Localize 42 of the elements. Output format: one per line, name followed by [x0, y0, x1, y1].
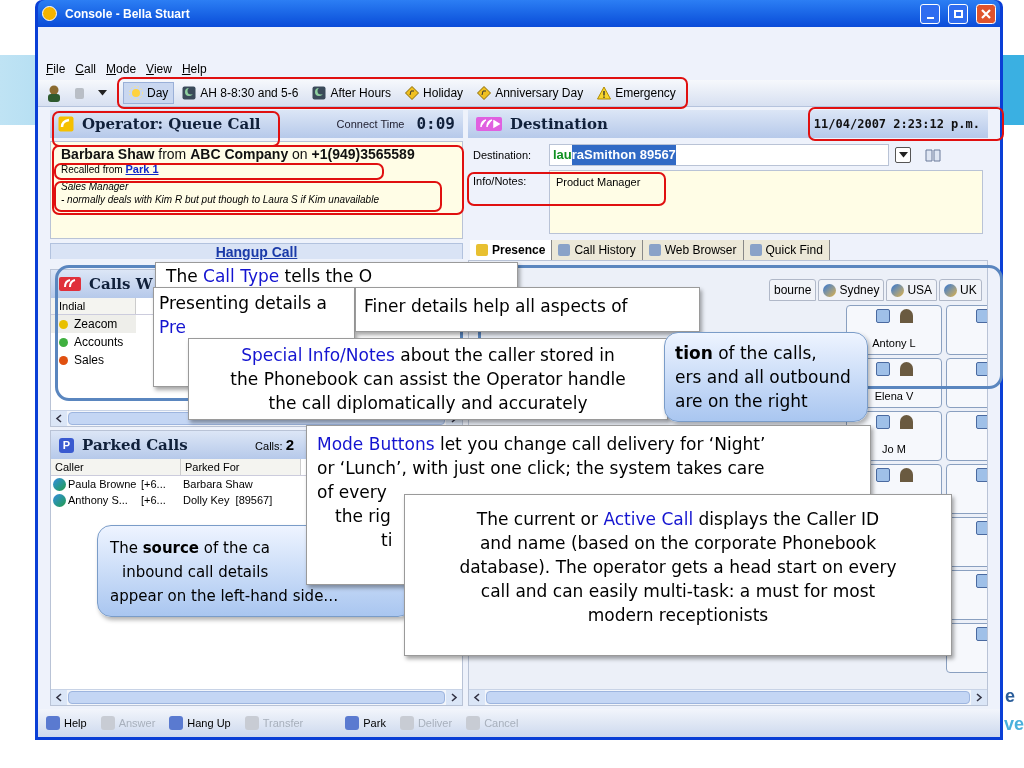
logo-text: e — [1005, 685, 1015, 708]
callout-text: Special Info/Notes about the caller stored in the Phonebook can assist the Operator handle the call diplomatically and accurately — [229, 344, 627, 415]
callout-line: Mode Buttons let you change call delivery for ‘Night’ — [317, 433, 766, 456]
callout-line: or ‘Lunch’, with just one click; the system takes care — [317, 457, 765, 480]
presence-name: Elena V — [874, 389, 914, 404]
parked-for: Barbara Shaw — [182, 476, 253, 492]
presence-name: Antony L — [872, 336, 916, 351]
parked-number: [+6... — [141, 492, 167, 508]
calls-count: Calls: 2 — [255, 434, 294, 455]
queue-name: Zeacom — [74, 316, 118, 333]
callout-text: The Call Type tells the O — [165, 265, 374, 288]
pane-title: Operator: Queue Call — [82, 115, 261, 133]
parking-icon: P — [59, 437, 74, 453]
parked-for: Dolly Key [89567] — [182, 492, 273, 508]
pane-title: Destination — [510, 115, 608, 133]
callout-line: The source of the ca — [110, 538, 270, 559]
callout-text: Presenting details a Pre — [158, 292, 328, 339]
window-title: Console - Bella Stuart — [65, 5, 190, 23]
presence-name: Jo M — [882, 442, 906, 457]
pane-title: Calls W — [89, 275, 153, 293]
recalled-text: Recalled from Park 1 — [61, 162, 159, 177]
parked-caller: Anthony S... — [67, 492, 129, 508]
callout-line: ti — [381, 529, 393, 552]
callout-line: of every — [317, 481, 387, 504]
notes-label: Info/Notes: — [473, 174, 528, 189]
caller-line: Barbara Shaw from ABC Company on +1(949)3565589 — [61, 146, 415, 162]
connect-time-label: Connect Time — [336, 116, 405, 132]
callout-text: Finer details help all aspects of — [363, 295, 629, 318]
parked-number: [+6... — [141, 476, 167, 492]
connect-time: 0:09 — [416, 113, 455, 135]
destination-label: Destination: — [473, 147, 533, 163]
pane-title: Parked Calls — [82, 436, 188, 454]
logo-text: ve — [1004, 713, 1024, 736]
callout-text: The current or Active Call displays the Caller ID and name (based on the corporate Phonebook database). The operator gets a head start on every call and can easily multi-task: a must for most modern receptionists — [458, 508, 898, 627]
queue-name: Sales — [74, 352, 105, 369]
callout-line: inbound call details — [122, 562, 269, 583]
callout-line: appear on the left-hand side… — [110, 586, 339, 607]
queue-name: Accounts — [74, 334, 124, 351]
callout-line: the rig — [335, 505, 391, 528]
parked-caller: Paula Browne — [67, 476, 138, 492]
caller-note: - normally deals with Kim R but put though to Laura S if Kim unavailable — [61, 193, 379, 206]
date-time: 11/04/2007 2:23:12 p.m. — [813, 116, 980, 133]
